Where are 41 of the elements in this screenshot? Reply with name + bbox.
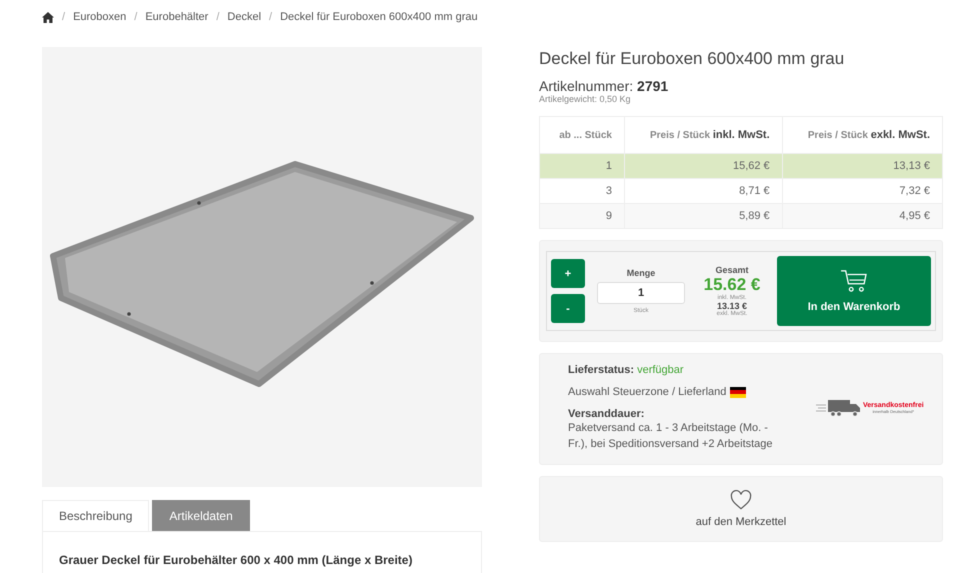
add-to-cart-button[interactable]: In den Warenkorb xyxy=(777,256,931,326)
tax-zone-link[interactable]: Auswahl Steuerzone / Lieferland xyxy=(568,386,726,398)
article-weight: Artikelgewicht: 0,50 Kg xyxy=(539,94,632,104)
truck-icon xyxy=(816,399,862,417)
germany-flag-icon[interactable] xyxy=(730,386,746,398)
home-icon[interactable] xyxy=(42,12,54,22)
breadcrumb-separator: / xyxy=(269,11,272,23)
breadcrumb-separator: / xyxy=(216,11,220,23)
cart-icon xyxy=(840,269,868,293)
total-price: 15.62 € xyxy=(704,275,760,294)
table-cell: 13,13 € xyxy=(782,154,942,178)
breadcrumb-separator: / xyxy=(134,11,138,23)
quantity-label: Menge xyxy=(626,268,656,278)
heart-icon xyxy=(730,490,752,510)
table-cell: 1 xyxy=(540,154,624,178)
total-label: Gesamt xyxy=(715,265,749,275)
table-cell: 9 xyxy=(540,204,624,228)
decrease-button[interactable]: - xyxy=(551,294,585,323)
description-heading: Grauer Deckel für Eurobehälter 600 x 400 mm (Länge x Breite) xyxy=(59,553,414,567)
increase-button[interactable]: + xyxy=(551,259,585,288)
wishlist-button[interactable]: auf den Merkzettel xyxy=(539,476,943,542)
table-cell: 4,95 € xyxy=(782,204,942,228)
table-cell: 5,89 € xyxy=(624,204,782,228)
delivery-status: Lieferstatus: verfügbar xyxy=(568,364,685,376)
column-header: Preis / Stück inkl. MwSt. xyxy=(624,116,782,154)
net-price: 13.13 € xyxy=(716,301,748,311)
breadcrumb-link[interactable]: Deckel xyxy=(227,11,262,23)
tab[interactable]: Artikeldaten xyxy=(152,500,250,531)
quantity-field[interactable]: 1 xyxy=(597,282,685,304)
column-header: Preis / Stück exkl. MwSt. xyxy=(782,116,942,154)
table-cell: 15,62 € xyxy=(624,154,782,178)
breadcrumb-link[interactable]: Eurobehälter xyxy=(145,11,208,23)
tab[interactable]: Beschreibung xyxy=(42,500,150,531)
duration-text: Paketversand ca. 1 - 3 Arbeitstage (Mo. - Fr.), bei Speditionsversand +2 Arbeitstage xyxy=(568,421,774,452)
breadcrumb-link[interactable]: Euroboxen xyxy=(73,11,126,23)
duration-label: Versanddauer: xyxy=(568,408,646,420)
breadcrumb-link[interactable]: Deckel für Euroboxen 600x400 mm grau xyxy=(280,11,478,23)
article-number: Artikelnummer: 2791 xyxy=(539,78,670,94)
product-title: Deckel für Euroboxen 600x400 mm grau xyxy=(539,49,846,69)
column-header: ab ... Stück xyxy=(540,116,624,154)
breadcrumb-separator: / xyxy=(62,11,66,23)
